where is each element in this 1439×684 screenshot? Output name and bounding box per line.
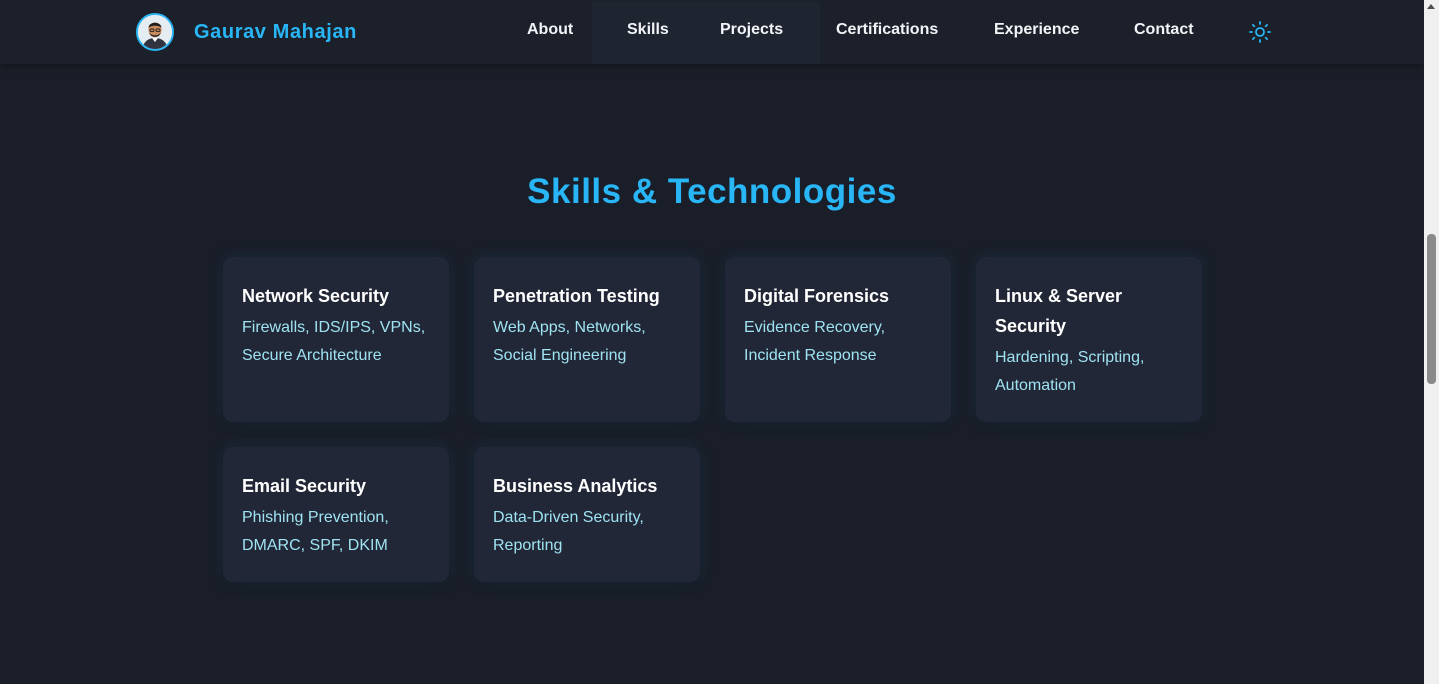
scroll-up-arrow-icon[interactable] [1427,4,1435,9]
skill-card-description: Firewalls, IDS/IPS, VPNs, Secure Archite… [242,319,426,364]
skill-card-title: Digital Forensics [744,286,890,306]
skill-card-description: Evidence Recovery, Incident Response [744,319,886,364]
skill-card-title: Penetration Testing [493,286,660,306]
nav-link-contact[interactable]: Contact [1134,21,1194,39]
profile-avatar-icon[interactable] [136,13,174,51]
skill-card-title: Network Security [242,286,390,306]
nav-link-skills[interactable]: Skills [627,21,669,39]
skill-card: Email Security Phishing Prevention, DMAR… [223,447,449,582]
skill-card: Network Security Firewalls, IDS/IPS, VPN… [223,257,449,422]
nav-link-projects[interactable]: Projects [720,21,783,39]
skill-card-description: Data-Driven Security, Reporting [493,509,644,554]
skill-card-title: Email Security [242,476,367,496]
brand[interactable]: Gaurav Mahajan [136,13,357,51]
navbar: Gaurav Mahajan About Skills Projects Cer… [0,0,1424,64]
scrollbar-thumb[interactable] [1427,234,1436,384]
skill-card: Linux & Server Security Hardening, Scrip… [976,257,1202,422]
skill-card-title: Linux & Server Security [995,286,1123,336]
nav-link-experience[interactable]: Experience [994,21,1079,39]
skill-card-description: Web Apps, Networks, Social Engineering [493,319,646,364]
skill-card-description: Phishing Prevention, DMARC, SPF, DKIM [242,509,389,554]
nav-link-certifications[interactable]: Certifications [836,21,938,39]
vertical-scrollbar[interactable] [1424,0,1439,684]
skill-card: Business Analytics Data-Driven Security,… [474,447,700,582]
skill-card-title: Business Analytics [493,476,658,496]
page: Gaurav Mahajan About Skills Projects Cer… [0,0,1424,684]
section-title: Skills & Technologies [527,172,897,211]
skill-card: Penetration Testing Web Apps, Networks, … [474,257,700,422]
skill-card-description: Hardening, Scripting, Automation [995,349,1145,394]
sun-icon[interactable] [1248,20,1272,44]
brand-name[interactable]: Gaurav Mahajan [194,21,357,44]
nav-link-about[interactable]: About [527,21,573,39]
skill-card: Digital Forensics Evidence Recovery, Inc… [725,257,951,422]
